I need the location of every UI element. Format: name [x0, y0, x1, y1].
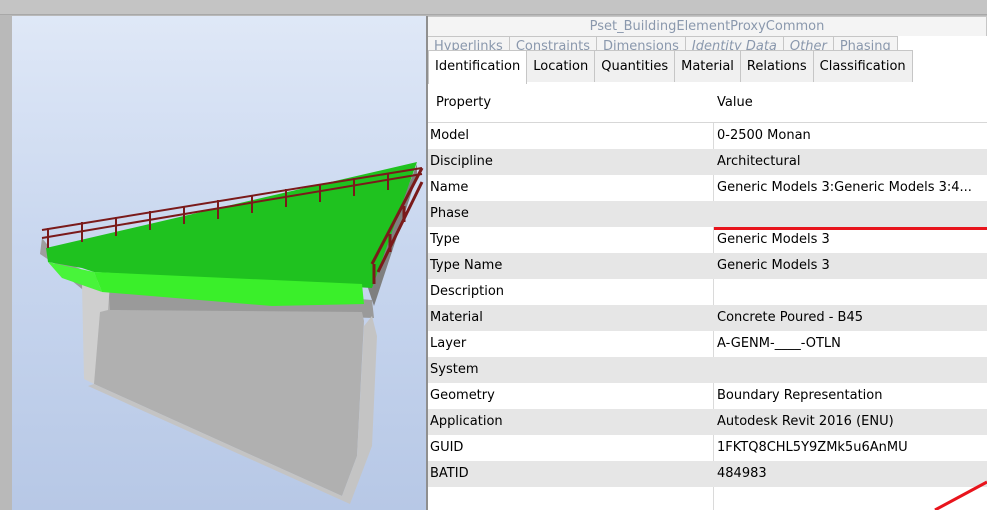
- 3d-viewport[interactable]: [12, 16, 428, 510]
- property-value: Generic Models 3:Generic Models 3:4...: [717, 180, 972, 195]
- name-value-highlight-underline: [714, 227, 987, 230]
- property-value: Architectural: [717, 154, 801, 169]
- column-header-property[interactable]: Property: [428, 84, 713, 122]
- grid-row-type-name[interactable]: Type Name Generic Models 3: [428, 253, 987, 279]
- property-label: Model: [430, 128, 470, 143]
- property-label: Type: [430, 232, 460, 247]
- column-header-value[interactable]: Value: [715, 84, 987, 122]
- property-label: Layer: [430, 336, 467, 351]
- grid-row-type[interactable]: Type Generic Models 3: [428, 227, 987, 253]
- grid-row-application[interactable]: Application Autodesk Revit 2016 (ENU): [428, 409, 987, 435]
- main-tab-row: Identification Location Quantities Material…: [428, 50, 913, 84]
- property-label: System: [430, 362, 479, 377]
- tab-relations[interactable]: Relations: [740, 50, 814, 82]
- grid-header: Property Value: [428, 84, 987, 123]
- property-value: Generic Models 3: [717, 258, 830, 273]
- property-value: Boundary Representation: [717, 388, 883, 403]
- grid-row-material[interactable]: Material Concrete Poured - B45: [428, 305, 987, 331]
- property-value: 1FKTQ8CHL5Y9ZMk5u6AnMU: [717, 440, 908, 455]
- tab-identification[interactable]: Identification: [428, 50, 528, 84]
- grid-row-model[interactable]: Model 0-2500 Monan: [428, 123, 987, 149]
- pset-tab-row: Pset_BuildingElementProxyCommon: [428, 16, 987, 36]
- property-label: Material: [430, 310, 483, 325]
- property-grid: Property Value Model 0-2500 Monan Discipl…: [428, 84, 987, 487]
- tab-quantities[interactable]: Quantities: [595, 50, 676, 82]
- grid-row-name[interactable]: Name Generic Models 3:Generic Models 3:4.…: [428, 175, 987, 201]
- property-value: 484983: [717, 466, 767, 481]
- property-label: BATID: [430, 466, 469, 481]
- property-label: GUID: [430, 440, 464, 455]
- grid-row-guid[interactable]: GUID 1FKTQ8CHL5Y9ZMk5u6AnMU: [428, 435, 987, 461]
- properties-panel: Pset_BuildingElementProxyCommon Hyperlin…: [428, 16, 987, 510]
- tab-location[interactable]: Location: [527, 50, 596, 82]
- property-label: Phase: [430, 206, 469, 221]
- grid-row-geometry[interactable]: Geometry Boundary Representation: [428, 383, 987, 409]
- grid-row-phase[interactable]: Phase: [428, 201, 987, 227]
- property-label: Name: [430, 180, 469, 195]
- grid-row-batid[interactable]: BATID 484983: [428, 461, 987, 487]
- property-value: Generic Models 3: [717, 232, 830, 247]
- property-label: Geometry: [430, 388, 495, 403]
- tab-classification[interactable]: Classification: [813, 50, 913, 82]
- property-value: A-GENM-____-OTLN: [717, 336, 841, 351]
- slab-surface: [46, 162, 417, 288]
- grid-row-system[interactable]: System: [428, 357, 987, 383]
- window-frame-top: [0, 0, 987, 15]
- grid-row-discipline[interactable]: Discipline Architectural: [428, 149, 987, 175]
- property-value: Concrete Poured - B45: [717, 310, 863, 325]
- bridge-model[interactable]: [12, 16, 426, 510]
- property-value: Autodesk Revit 2016 (ENU): [717, 414, 894, 429]
- tab-material[interactable]: Material: [675, 50, 741, 82]
- property-label: Type Name: [430, 258, 503, 273]
- property-label: Application: [430, 414, 503, 429]
- grid-row-layer[interactable]: Layer A-GENM-____-OTLN: [428, 331, 987, 357]
- tab-pset-buildingelementproxycommon[interactable]: Pset_BuildingElementProxyCommon: [428, 16, 987, 36]
- property-label: Description: [430, 284, 505, 299]
- property-label: Discipline: [430, 154, 493, 169]
- property-value: 0-2500 Monan: [717, 128, 811, 143]
- grid-row-description[interactable]: Description: [428, 279, 987, 305]
